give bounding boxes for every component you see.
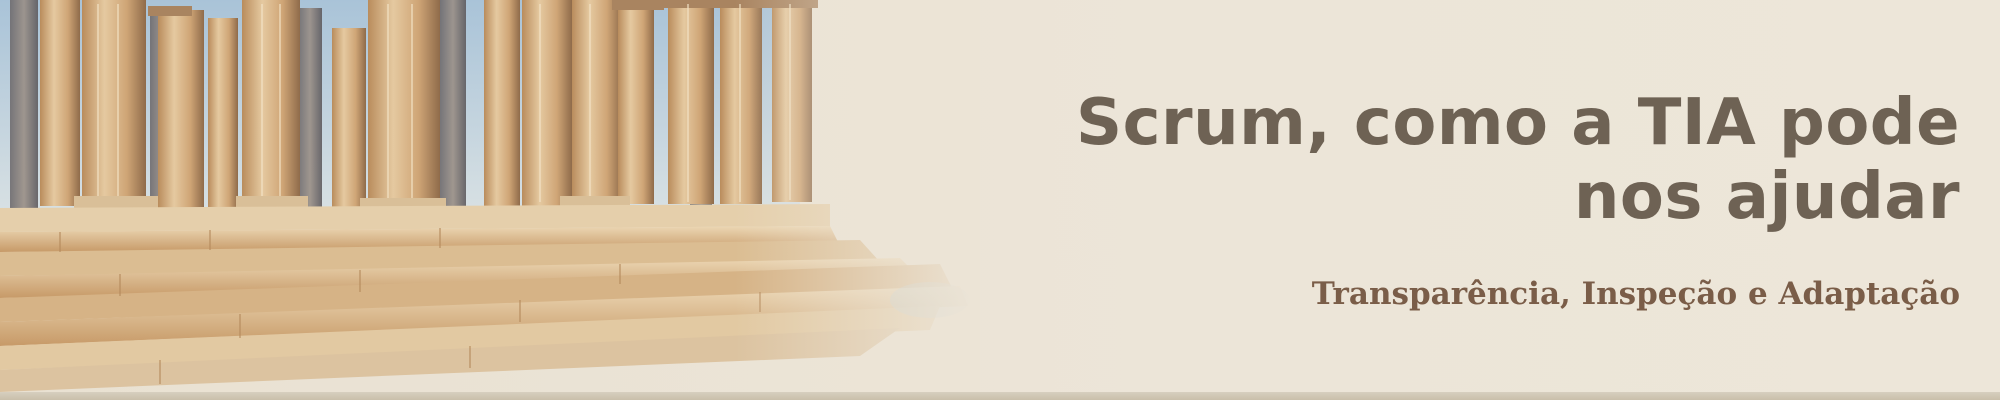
page-title: Scrum, como a TIA pode nos ajudar bbox=[1075, 86, 1960, 234]
banner-text: Scrum, como a TIA pode nos ajudar Transp… bbox=[1040, 86, 1960, 314]
greek-temple-illustration bbox=[0, 0, 980, 392]
hero-banner: Scrum, como a TIA pode nos ajudar Transp… bbox=[0, 0, 2000, 400]
page-subtitle: Transparência, Inspeção e Adaptação bbox=[1311, 276, 1960, 312]
bottom-border bbox=[0, 392, 2000, 400]
